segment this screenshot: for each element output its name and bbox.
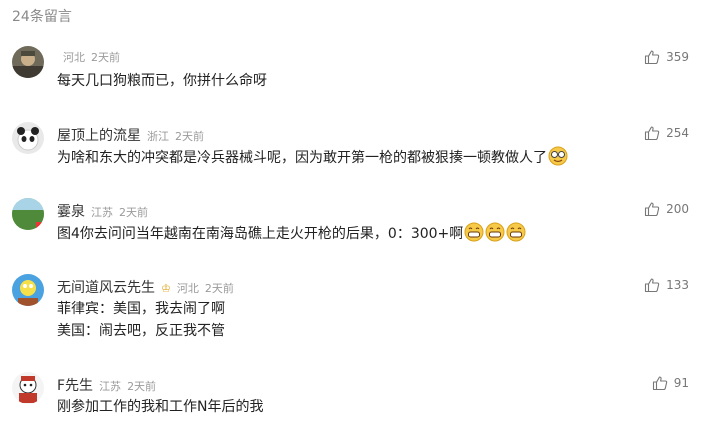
username[interactable]: 无间道风云先生: [57, 277, 155, 297]
like-button[interactable]: 91: [652, 375, 689, 391]
location-label: 浙江: [147, 130, 169, 143]
thumbs-up-icon: [645, 278, 660, 293]
avatar[interactable]: [12, 274, 44, 306]
username[interactable]: 霎泉: [57, 201, 85, 221]
like-count: 359: [666, 50, 689, 64]
comment-text: 每天几口狗粮而已，你拼什么命呀: [57, 70, 267, 92]
comment-line: 美国：闹去吧，反正我不管: [57, 323, 225, 339]
thumbs-up-icon: [645, 126, 660, 141]
thumbs-up-icon: [645, 202, 660, 217]
vip-badge-icon: ♔: [161, 282, 171, 295]
comment-text: 为啥和东大的冲突都是冷兵器械斗呢，因为敢开第一枪的都被狠揍一顿教做人了: [57, 146, 568, 169]
comment-line: 刚参加工作的我和工作N年后的我: [57, 399, 264, 415]
avatar[interactable]: [12, 122, 44, 154]
location-label: 河北: [176, 282, 199, 295]
time-label: 2天前: [127, 380, 157, 393]
comment-line: 图4你去问问当年越南在南海岛礁上走火开枪的后果，0：300+啊: [57, 226, 464, 242]
location-label: 江苏: [99, 380, 122, 393]
time-label: 2天前: [91, 51, 120, 64]
like-count: 133: [666, 278, 689, 292]
comment-text: 刚参加工作的我和工作N年后的我: [57, 396, 263, 418]
location-label: 江苏: [91, 206, 113, 219]
comment-line: 菲律宾：美国，我去闹了啊: [57, 301, 225, 317]
time-label: 2天前: [119, 206, 148, 219]
comment-count-title: 24条留言: [12, 9, 72, 25]
comment-text: 图4你去问问当年越南在南海岛礁上走火开枪的后果，0：300+啊: [57, 222, 526, 245]
grin-emoji: [464, 222, 484, 242]
like-button[interactable]: 254: [644, 125, 689, 141]
location-label: 河北: [63, 51, 85, 64]
nerd-emoji: [548, 146, 568, 166]
username[interactable]: F先生: [57, 375, 93, 395]
like-button[interactable]: 200: [644, 201, 689, 217]
avatar[interactable]: [12, 372, 44, 404]
like-count: 200: [666, 202, 689, 216]
comment-line: 为啥和东大的冲突都是冷兵器械斗呢，因为敢开第一枪的都被狠揍一顿教做人了: [57, 150, 547, 166]
grin-emoji: [506, 222, 526, 242]
time-label: 2天前: [175, 130, 204, 143]
grin-emoji: [485, 222, 505, 242]
like-button[interactable]: 359: [644, 49, 689, 65]
avatar[interactable]: [12, 198, 44, 230]
time-label: 2天前: [204, 282, 234, 295]
like-count: 254: [666, 126, 689, 140]
username[interactable]: 屋顶上的流星: [57, 125, 141, 145]
avatar[interactable]: [12, 46, 44, 78]
comment-text: 菲律宾：美国，我去闹了啊 美国：闹去吧，反正我不管: [57, 298, 225, 342]
comment-line: 每天几口狗粮而已，你拼什么命呀: [57, 73, 267, 89]
like-button[interactable]: 133: [644, 277, 689, 293]
thumbs-up-icon: [652, 376, 667, 391]
like-count: 91: [673, 376, 689, 390]
thumbs-up-icon: [645, 50, 660, 65]
